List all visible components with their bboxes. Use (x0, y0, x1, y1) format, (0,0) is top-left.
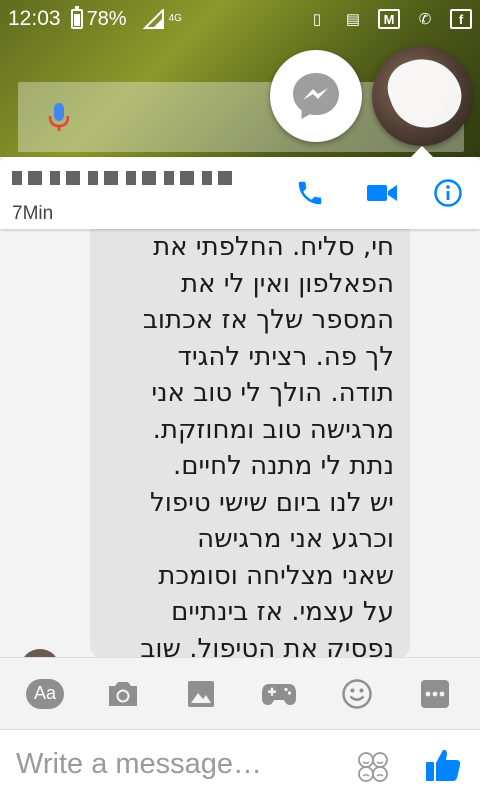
contact-avatar-chathead[interactable] (372, 46, 472, 146)
contact-name[interactable] (12, 163, 242, 189)
camera-icon[interactable] (101, 672, 145, 716)
message-line: מרגישה טוב ומחוזקת. (152, 414, 394, 445)
game-icon[interactable] (257, 672, 301, 716)
name-redaction (12, 171, 232, 185)
chat-panel: 7Min חי, סליח. החלפתי את הפאלפון ואין לי… (0, 157, 480, 800)
message-line: הפאלפון ואין לי את (180, 268, 394, 299)
aa-label: Aa (26, 678, 64, 709)
message-line: על עצמי. אז בינתיים (171, 597, 394, 627)
message-line: שאני מצליחה וסומכת (158, 560, 394, 591)
chathead-pointer (410, 146, 434, 158)
message-line: חי, סליח. החלפתי את (153, 232, 394, 262)
network-type: 4G (168, 13, 182, 24)
composer-toolbar: Aa (0, 657, 480, 729)
messenger-chathead[interactable] (270, 50, 362, 142)
facebook-icon: f (450, 9, 472, 29)
avatar-redaction (380, 48, 470, 138)
emoji-icon[interactable] (335, 672, 379, 716)
active-status: 7Min (12, 203, 54, 224)
message-bubble[interactable]: חי, סליח. החלפתי את הפאלפון ואין לי את ה… (90, 229, 410, 657)
message-input-row (0, 729, 480, 800)
mic-icon[interactable] (48, 102, 70, 132)
gallery-icon[interactable] (179, 672, 223, 716)
aa-icon[interactable]: Aa (23, 672, 67, 716)
notification-calendar-icon: ▤ (345, 11, 361, 28)
stickers-icon[interactable] (356, 750, 390, 784)
gmail-icon: M (378, 9, 400, 29)
notification-phone-icon: ✆ (418, 11, 432, 28)
message-line: המספר שלך אז אכתוב (142, 305, 394, 335)
message-list[interactable]: חי, סליח. החלפתי את הפאלפון ואין לי את ה… (0, 229, 480, 657)
message-line: נפסיק את הטיפול. שוב (140, 633, 394, 658)
message-line: תודה. הולך לי טוב אני (151, 378, 394, 408)
status-bar: 12:03 78% 4G ▯ ▤ M ✆ f (0, 0, 480, 38)
message-line: יש לנו ביום שישי טיפול (150, 487, 394, 518)
video-call-icon[interactable] (366, 177, 398, 209)
chat-header: 7Min (0, 157, 480, 229)
battery-indicator: 78% (70, 6, 127, 31)
battery-icon (70, 6, 83, 29)
message-input[interactable] (16, 744, 336, 784)
message-line: וכרגע אני מרגישה (197, 524, 394, 554)
status-time: 12:03 (8, 7, 61, 30)
signal-icon (142, 9, 165, 29)
phone-icon[interactable] (294, 177, 326, 209)
battery-percent: 78% (86, 7, 127, 30)
messenger-icon (293, 73, 339, 119)
message-line: נתת לי מתנה לחיים. (172, 451, 394, 481)
info-icon[interactable] (432, 177, 464, 209)
like-icon[interactable] (424, 746, 462, 784)
message-line: לך פה. רציתי להגיד (177, 341, 394, 372)
more-icon[interactable] (413, 672, 457, 716)
notification-doc-icon: ▯ (312, 11, 322, 28)
